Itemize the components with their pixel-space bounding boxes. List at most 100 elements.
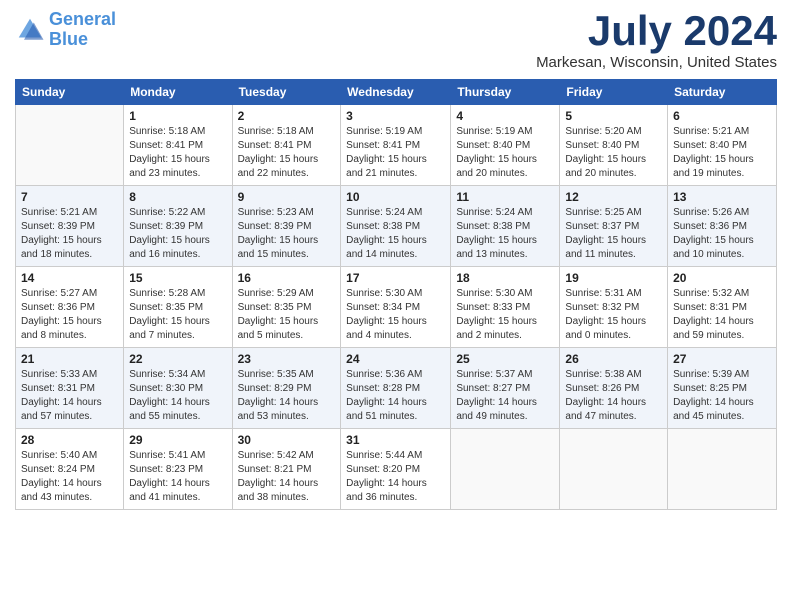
day-info: Sunrise: 5:31 AM Sunset: 8:32 PM Dayligh… [565, 287, 662, 343]
day-of-week-header: Friday [560, 80, 668, 105]
day-info: Sunrise: 5:40 AM Sunset: 8:24 PM Dayligh… [21, 449, 118, 505]
calendar-cell: 31 Sunrise: 5:44 AM Sunset: 8:20 PM Dayli… [341, 429, 451, 510]
calendar-cell [668, 429, 777, 510]
month-title: July 2024 [536, 10, 777, 52]
calendar-week-row: 7Sunrise: 5:21 AM Sunset: 8:39 PM Daylig… [16, 186, 777, 267]
day-number: 10 [346, 190, 445, 204]
day-of-week-header: Wednesday [341, 80, 451, 105]
day-info: Sunrise: 5:32 AM Sunset: 8:31 PM Dayligh… [673, 287, 771, 343]
day-info: Sunrise: 5:24 AM Sunset: 8:38 PM Dayligh… [456, 206, 554, 262]
day-info: Sunrise: 5:24 AM Sunset: 8:38 PM Dayligh… [346, 206, 445, 262]
calendar-cell: 15 Sunrise: 5:28 AM Sunset: 8:35 PM Dayli… [124, 267, 232, 348]
calendar-cell: 11 Sunrise: 5:24 AM Sunset: 8:38 PM Dayli… [451, 186, 560, 267]
calendar-cell: 25 Sunrise: 5:37 AM Sunset: 8:27 PM Dayli… [451, 348, 560, 429]
day-number: 11 [456, 190, 554, 204]
day-number: 3 [346, 109, 445, 123]
calendar-cell: 4 Sunrise: 5:19 AM Sunset: 8:40 PM Daylig… [451, 105, 560, 186]
day-number: 26 [565, 352, 662, 366]
day-number: 24 [346, 352, 445, 366]
day-of-week-header: Tuesday [232, 80, 341, 105]
day-info: Sunrise: 5:21 AM Sunset: 8:40 PM Dayligh… [673, 125, 771, 181]
day-number: 20 [673, 271, 771, 285]
day-info: Sunrise: 5:30 AM Sunset: 8:33 PM Dayligh… [456, 287, 554, 343]
calendar-cell: 24 Sunrise: 5:36 AM Sunset: 8:28 PM Dayli… [341, 348, 451, 429]
calendar-cell: 16 Sunrise: 5:29 AM Sunset: 8:35 PM Dayli… [232, 267, 341, 348]
day-number: 2 [238, 109, 336, 123]
day-info: Sunrise: 5:26 AM Sunset: 8:36 PM Dayligh… [673, 206, 771, 262]
calendar-cell: 20 Sunrise: 5:32 AM Sunset: 8:31 PM Dayli… [668, 267, 777, 348]
day-info: Sunrise: 5:27 AM Sunset: 8:36 PM Dayligh… [21, 287, 118, 343]
day-info: Sunrise: 5:18 AM Sunset: 8:41 PM Dayligh… [129, 125, 226, 181]
page-header: General Blue July 2024 Markesan, Wiscons… [15, 10, 777, 71]
day-info: Sunrise: 5:33 AM Sunset: 8:31 PM Dayligh… [21, 368, 118, 424]
logo-text: General Blue [49, 10, 116, 50]
calendar-cell: 29Sunrise: 5:41 AM Sunset: 8:23 PM Dayli… [124, 429, 232, 510]
day-info: Sunrise: 5:44 AM Sunset: 8:20 PM Dayligh… [346, 449, 445, 505]
day-info: Sunrise: 5:18 AM Sunset: 8:41 PM Dayligh… [238, 125, 336, 181]
day-info: Sunrise: 5:38 AM Sunset: 8:26 PM Dayligh… [565, 368, 662, 424]
day-number: 7 [21, 190, 118, 204]
calendar-cell: 22Sunrise: 5:34 AM Sunset: 8:30 PM Dayli… [124, 348, 232, 429]
day-info: Sunrise: 5:30 AM Sunset: 8:34 PM Dayligh… [346, 287, 445, 343]
day-info: Sunrise: 5:42 AM Sunset: 8:21 PM Dayligh… [238, 449, 336, 505]
day-info: Sunrise: 5:20 AM Sunset: 8:40 PM Dayligh… [565, 125, 662, 181]
day-info: Sunrise: 5:41 AM Sunset: 8:23 PM Dayligh… [129, 449, 226, 505]
calendar-cell [16, 105, 124, 186]
day-info: Sunrise: 5:22 AM Sunset: 8:39 PM Dayligh… [129, 206, 226, 262]
calendar-cell: 2 Sunrise: 5:18 AM Sunset: 8:41 PM Daylig… [232, 105, 341, 186]
day-number: 8 [129, 190, 226, 204]
calendar-header-row: SundayMondayTuesdayWednesdayThursdayFrid… [16, 80, 777, 105]
day-number: 6 [673, 109, 771, 123]
calendar-cell: 13 Sunrise: 5:26 AM Sunset: 8:36 PM Dayli… [668, 186, 777, 267]
calendar-cell: 26 Sunrise: 5:38 AM Sunset: 8:26 PM Dayli… [560, 348, 668, 429]
calendar-cell: 28 Sunrise: 5:40 AM Sunset: 8:24 PM Dayli… [16, 429, 124, 510]
day-number: 1 [129, 109, 226, 123]
day-info: Sunrise: 5:19 AM Sunset: 8:41 PM Dayligh… [346, 125, 445, 181]
calendar-table: SundayMondayTuesdayWednesdayThursdayFrid… [15, 79, 777, 510]
day-info: Sunrise: 5:37 AM Sunset: 8:27 PM Dayligh… [456, 368, 554, 424]
day-number: 25 [456, 352, 554, 366]
day-number: 9 [238, 190, 336, 204]
calendar-cell: 30Sunrise: 5:42 AM Sunset: 8:21 PM Dayli… [232, 429, 341, 510]
calendar-week-row: 21Sunrise: 5:33 AM Sunset: 8:31 PM Dayli… [16, 348, 777, 429]
day-info: Sunrise: 5:28 AM Sunset: 8:35 PM Dayligh… [129, 287, 226, 343]
day-info: Sunrise: 5:25 AM Sunset: 8:37 PM Dayligh… [565, 206, 662, 262]
day-number: 16 [238, 271, 336, 285]
day-number: 14 [21, 271, 118, 285]
logo-icon [15, 15, 45, 45]
day-number: 15 [129, 271, 226, 285]
logo: General Blue [15, 10, 116, 50]
calendar-cell: 3 Sunrise: 5:19 AM Sunset: 8:41 PM Daylig… [341, 105, 451, 186]
day-number: 22 [129, 352, 226, 366]
calendar-cell [560, 429, 668, 510]
calendar-cell: 10 Sunrise: 5:24 AM Sunset: 8:38 PM Dayli… [341, 186, 451, 267]
location-text: Markesan, Wisconsin, United States [536, 54, 777, 71]
day-number: 13 [673, 190, 771, 204]
calendar-cell: 8 Sunrise: 5:22 AM Sunset: 8:39 PM Daylig… [124, 186, 232, 267]
title-area: July 2024 Markesan, Wisconsin, United St… [536, 10, 777, 71]
calendar-cell: 23Sunrise: 5:35 AM Sunset: 8:29 PM Dayli… [232, 348, 341, 429]
day-info: Sunrise: 5:29 AM Sunset: 8:35 PM Dayligh… [238, 287, 336, 343]
calendar-cell [451, 429, 560, 510]
day-info: Sunrise: 5:23 AM Sunset: 8:39 PM Dayligh… [238, 206, 336, 262]
calendar-cell: 6 Sunrise: 5:21 AM Sunset: 8:40 PM Daylig… [668, 105, 777, 186]
calendar-cell: 14 Sunrise: 5:27 AM Sunset: 8:36 PM Dayli… [16, 267, 124, 348]
calendar-cell: 5 Sunrise: 5:20 AM Sunset: 8:40 PM Daylig… [560, 105, 668, 186]
calendar-cell: 27 Sunrise: 5:39 AM Sunset: 8:25 PM Dayli… [668, 348, 777, 429]
calendar-week-row: 28 Sunrise: 5:40 AM Sunset: 8:24 PM Dayli… [16, 429, 777, 510]
calendar-cell: 18Sunrise: 5:30 AM Sunset: 8:33 PM Dayli… [451, 267, 560, 348]
logo-blue: Blue [49, 29, 88, 49]
day-info: Sunrise: 5:36 AM Sunset: 8:28 PM Dayligh… [346, 368, 445, 424]
day-number: 31 [346, 433, 445, 447]
day-info: Sunrise: 5:39 AM Sunset: 8:25 PM Dayligh… [673, 368, 771, 424]
day-number: 5 [565, 109, 662, 123]
calendar-cell: 1 Sunrise: 5:18 AM Sunset: 8:41 PM Daylig… [124, 105, 232, 186]
day-number: 4 [456, 109, 554, 123]
calendar-cell: 17Sunrise: 5:30 AM Sunset: 8:34 PM Dayli… [341, 267, 451, 348]
day-number: 28 [21, 433, 118, 447]
day-of-week-header: Sunday [16, 80, 124, 105]
day-info: Sunrise: 5:19 AM Sunset: 8:40 PM Dayligh… [456, 125, 554, 181]
day-number: 27 [673, 352, 771, 366]
logo-general: General [49, 9, 116, 29]
calendar-cell: 9 Sunrise: 5:23 AM Sunset: 8:39 PM Daylig… [232, 186, 341, 267]
